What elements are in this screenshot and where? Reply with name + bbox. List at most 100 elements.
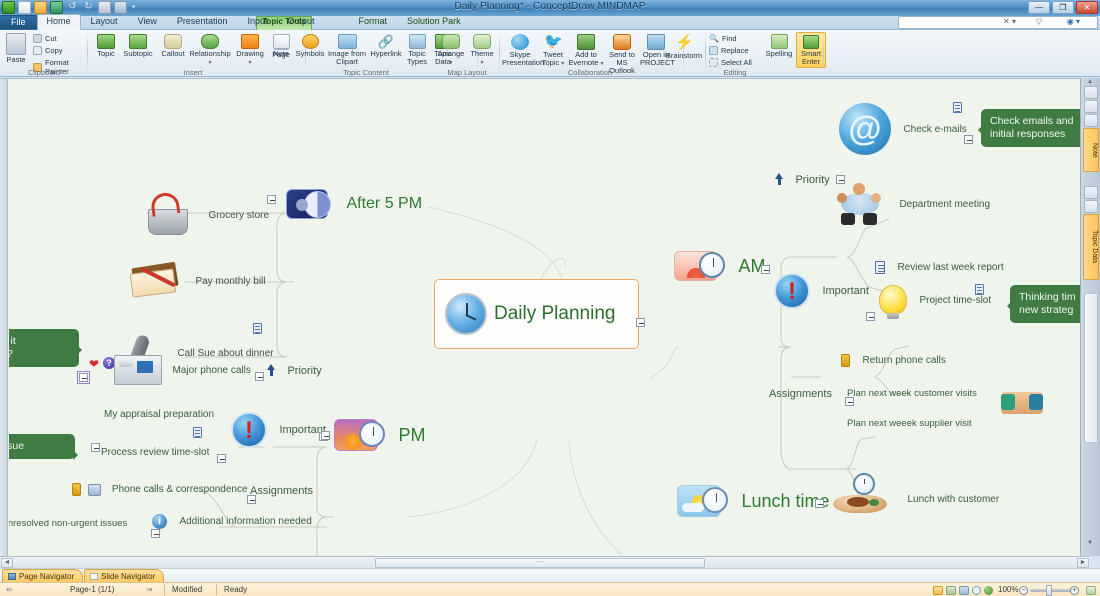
topic-my-appraisal[interactable]: My appraisal preparation bbox=[104, 404, 214, 422]
ribbon-callout-button[interactable]: Callout bbox=[158, 34, 188, 59]
ribbon-topic-types-button[interactable]: Topic Types bbox=[404, 34, 430, 66]
tab-page-navigator[interactable]: Page Navigator bbox=[2, 569, 84, 583]
tab-home[interactable]: Home bbox=[36, 14, 81, 30]
panel-tab-note[interactable]: Note bbox=[1083, 128, 1099, 172]
collapse-toggle-call-sue[interactable] bbox=[77, 371, 90, 384]
chevron-down-icon[interactable]: ▾ bbox=[232, 59, 268, 68]
ribbon-smart-enter-button[interactable]: Smart Enter bbox=[796, 32, 826, 68]
chevron-down-icon[interactable]: ▾ bbox=[436, 59, 466, 68]
tab-layout[interactable]: Layout bbox=[81, 14, 128, 30]
note-edit-panel-button[interactable] bbox=[1084, 114, 1098, 127]
outline-view-icon[interactable] bbox=[946, 586, 956, 595]
ribbon-arrange-button[interactable]: Arrange ▾ bbox=[436, 34, 466, 67]
branch-am[interactable]: AM bbox=[674, 251, 765, 281]
ribbon-replace-button[interactable]: Replace bbox=[709, 46, 749, 55]
collapse-toggle-important-left[interactable] bbox=[321, 431, 330, 440]
topic-major-phone-calls[interactable]: Major phone calls bbox=[114, 355, 251, 385]
topic-check-emails[interactable]: @ Check e-mails bbox=[839, 103, 967, 155]
ribbon-image-clipart-button[interactable]: Image from Clipart bbox=[326, 34, 368, 66]
central-topic[interactable]: Daily Planning bbox=[434, 279, 639, 349]
chevron-down-icon[interactable]: ▾ bbox=[561, 61, 564, 67]
map-view-icon[interactable] bbox=[933, 586, 943, 595]
callout-right-mid[interactable]: Thinking tim new strateg bbox=[1007, 285, 1080, 323]
branch-pm[interactable]: PM bbox=[334, 419, 425, 451]
panel-scroll-down-icon[interactable]: ▼ bbox=[1087, 540, 1093, 546]
tab-format[interactable]: Format bbox=[349, 14, 398, 30]
collapse-toggle-process-review[interactable] bbox=[91, 443, 100, 452]
zoom-out-button[interactable]: − bbox=[1019, 586, 1028, 595]
collapse-toggle-am[interactable] bbox=[761, 265, 770, 274]
ribbon-theme-button[interactable]: Theme ▾ bbox=[467, 34, 497, 67]
ribbon-paste-button[interactable]: Paste bbox=[2, 33, 30, 65]
horizontal-scroll-thumb[interactable] bbox=[375, 558, 705, 568]
topic-assignments-left[interactable]: Assignments bbox=[250, 481, 313, 499]
ribbon-cut-button[interactable]: Cut bbox=[33, 34, 57, 43]
collapse-toggle-assignments-left[interactable] bbox=[247, 495, 256, 504]
ribbon-brainstorm-button[interactable]: ⚡ Brainstorm bbox=[664, 34, 704, 61]
note-indicator-icon[interactable] bbox=[975, 284, 984, 295]
topic-plan-supplier-visit[interactable]: Plan next weeek supplier visit bbox=[847, 413, 972, 431]
tab-view[interactable]: View bbox=[128, 14, 167, 30]
fit-to-page-icon[interactable] bbox=[1086, 586, 1096, 595]
zoom-in-button[interactable]: + bbox=[1070, 586, 1079, 595]
topic-important-left[interactable]: ! Important bbox=[231, 412, 326, 448]
zoom-slider-knob[interactable] bbox=[1046, 585, 1052, 596]
topic-unresolved[interactable]: Unresolved non-urgent issues bbox=[9, 513, 127, 531]
window-controls[interactable]: — ❐ ✕ bbox=[1028, 1, 1098, 14]
minimize-button[interactable]: — bbox=[1028, 1, 1050, 14]
hyperlink-panel-button[interactable] bbox=[1084, 86, 1098, 99]
ribbon-evernote-button[interactable]: Add to Evernote ▾ bbox=[568, 34, 604, 68]
clear-search-icon[interactable]: ✕ ▾ bbox=[1003, 17, 1016, 26]
tab-file[interactable]: File bbox=[0, 15, 37, 30]
tab-slide-navigator[interactable]: Slide Navigator bbox=[84, 569, 165, 583]
scroll-left-arrow[interactable]: ◄ bbox=[1, 558, 13, 568]
chevron-down-icon[interactable]: ▾ bbox=[467, 59, 497, 68]
collapse-toggle-process-review-2[interactable] bbox=[217, 454, 226, 463]
ribbon-symbols-button[interactable]: Symbols bbox=[294, 34, 326, 59]
callout-right-top[interactable]: Check emails and initial responses bbox=[978, 109, 1080, 147]
pencil-panel-button[interactable] bbox=[1084, 100, 1098, 113]
help-icon[interactable]: ◉ ▾ bbox=[1067, 17, 1080, 26]
ribbon-copy-button[interactable]: Copy bbox=[33, 46, 63, 55]
ribbon-topic-button[interactable]: Topic bbox=[92, 34, 120, 59]
tab-presentation[interactable]: Presentation bbox=[167, 14, 238, 30]
ribbon-find-button[interactable]: 🔍 Find bbox=[709, 34, 737, 43]
data-panel-button[interactable] bbox=[1084, 200, 1098, 213]
topic-process-review[interactable]: Process review time-slot bbox=[101, 442, 209, 460]
ribbon-spelling-button[interactable]: Spelling bbox=[764, 34, 794, 59]
topic-important-right[interactable]: ! Important bbox=[774, 273, 869, 309]
collapse-toggle-central[interactable] bbox=[636, 318, 645, 327]
note-indicator-icon[interactable] bbox=[953, 102, 962, 113]
topic-return-phone-calls[interactable]: Return phone calls bbox=[841, 352, 946, 370]
branch-after-5-pm[interactable]: After 5 PM bbox=[286, 189, 422, 219]
ribbon-hyperlink-button[interactable]: 🔗 Hyperlink bbox=[368, 34, 404, 59]
callout-left-mid[interactable]: : for staff issue bbox=[9, 434, 78, 460]
ribbon-relationship-button[interactable]: Relationship ▾ bbox=[188, 34, 232, 67]
panel-scroll-up-icon[interactable]: ▲ bbox=[1087, 79, 1093, 85]
callout-left-top[interactable]: : - whether it ary to do it? bbox=[9, 329, 82, 367]
next-page-icon[interactable]: ⇒ bbox=[146, 585, 153, 594]
note-indicator-icon[interactable] bbox=[193, 427, 202, 438]
ribbon-tweet-button[interactable]: 🐦 Tweet Topic ▾ bbox=[538, 34, 568, 68]
mind-map-canvas[interactable]: Daily Planning After 5 PM Grocery store bbox=[9, 79, 1080, 557]
maximize-button[interactable]: ❐ bbox=[1052, 1, 1074, 14]
topic-pay-monthly-bill[interactable]: Pay monthly bill bbox=[127, 257, 265, 305]
chevron-down-icon[interactable]: ▾ bbox=[188, 59, 232, 68]
symbol-panel-button[interactable] bbox=[1084, 186, 1098, 199]
topic-additional-info[interactable]: i Additional information needed bbox=[152, 513, 312, 531]
ribbon-select-all-button[interactable]: Select All bbox=[709, 58, 752, 67]
topic-priority-right[interactable]: Priority bbox=[774, 171, 830, 189]
vertical-scrollbar-thumb[interactable] bbox=[1084, 293, 1098, 443]
collapse-toggle-additional-info[interactable] bbox=[151, 529, 160, 538]
topic-lunch-with-customer[interactable]: Lunch with customer bbox=[829, 473, 999, 519]
topic-plan-customer-visits[interactable]: Plan next week customer visits bbox=[847, 383, 977, 401]
ribbon-note-button[interactable]: Note bbox=[268, 34, 294, 59]
scroll-right-arrow[interactable]: ► bbox=[1077, 558, 1089, 568]
presentation-view-icon[interactable] bbox=[984, 586, 993, 595]
note-indicator-icon[interactable] bbox=[253, 323, 262, 334]
collapse-toggle-check-emails[interactable] bbox=[964, 135, 973, 144]
collapse-toggle-important-right[interactable] bbox=[866, 312, 875, 321]
slide-view-icon[interactable] bbox=[972, 586, 981, 595]
prev-page-icon[interactable]: ⇐ bbox=[6, 585, 13, 594]
tab-solution-park[interactable]: Solution Park bbox=[397, 14, 471, 30]
